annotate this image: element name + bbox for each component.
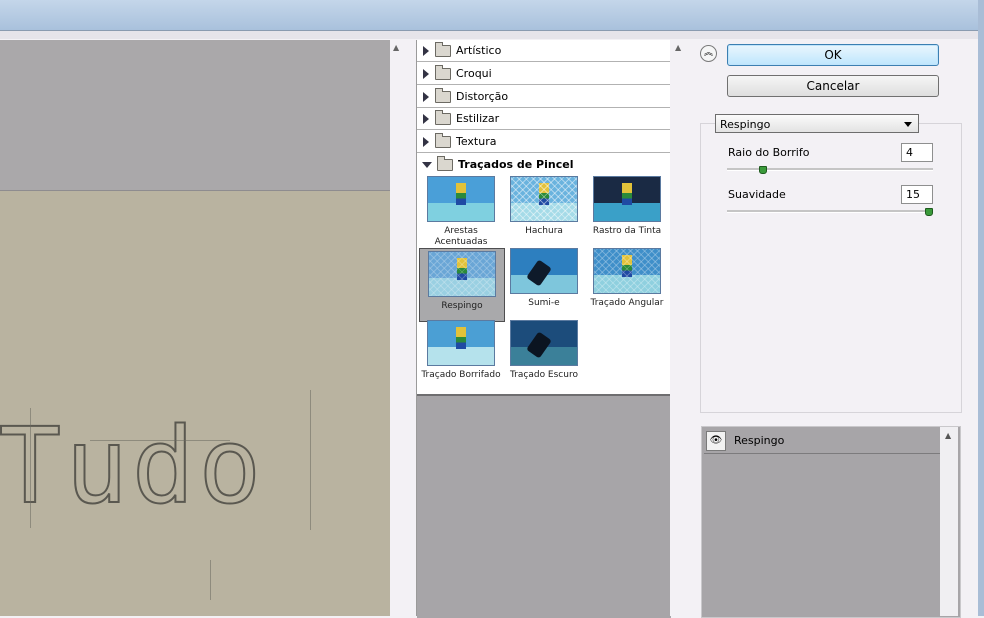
filter-preview-image: [428, 251, 496, 297]
filter-thumb-hachura[interactable]: Hachura: [502, 176, 586, 248]
filter-preview-image: [510, 320, 578, 366]
preview-stroke: [210, 560, 211, 600]
filter-thumb-arestas-acentuadas[interactable]: Arestas Acentuadas: [419, 176, 503, 248]
filter-select-value: Respingo: [720, 118, 771, 131]
raio-do-borrifo-slider[interactable]: [727, 168, 933, 171]
eye-icon[interactable]: 👁: [706, 431, 726, 451]
folder-icon: [437, 155, 453, 171]
folder-icon: [435, 109, 451, 125]
filter-thumb-tracado-borrifado[interactable]: Traçado Borrifado: [419, 320, 503, 392]
category-label: Distorção: [456, 90, 509, 103]
expand-arrow-icon: [423, 136, 429, 147]
collapse-arrow-icon: [422, 161, 432, 168]
preview-gutter: [390, 40, 416, 616]
raio-do-borrifo-input[interactable]: 4: [901, 143, 933, 162]
category-artistico[interactable]: Artístico: [417, 40, 671, 62]
suavidade-label: Suavidade: [728, 188, 786, 201]
preview-stroke: [90, 440, 230, 441]
raio-do-borrifo-label: Raio do Borrifo: [728, 146, 810, 159]
filter-thumb-respingo[interactable]: Respingo: [419, 248, 505, 322]
filter-label: Traçado Angular: [590, 298, 664, 308]
suavidade-slider[interactable]: [727, 210, 933, 213]
category-label: Artístico: [456, 44, 502, 57]
dropdown-arrow-icon: [904, 122, 912, 127]
gallery-empty-area: [417, 394, 671, 618]
filter-label: Sumi-e: [528, 298, 560, 308]
folder-icon: [435, 87, 451, 103]
scroll-up-icon[interactable]: ▲: [945, 431, 951, 440]
filter-thumb-sumi-e[interactable]: Sumi-e: [502, 248, 586, 320]
folder-icon: [435, 132, 451, 148]
expand-arrow-icon: [423, 91, 429, 102]
filter-label: Traçado Escuro: [510, 370, 578, 380]
filter-thumb-tracado-escuro[interactable]: Traçado Escuro: [502, 320, 586, 392]
effect-layer-name: Respingo: [734, 434, 785, 447]
category-croqui[interactable]: Croqui: [417, 63, 671, 85]
category-label: Croqui: [456, 67, 492, 80]
preview-stroke: [310, 390, 311, 530]
filter-gallery: Artístico Croqui Distorção Estilizar Tex…: [416, 40, 672, 618]
category-distorcao[interactable]: Distorção: [417, 86, 671, 108]
filter-thumb-rastro-da-tinta[interactable]: Rastro da Tinta: [585, 176, 669, 248]
preview-sketch-text: oTudo: [0, 404, 266, 528]
scroll-up-icon[interactable]: ▲: [675, 43, 681, 52]
folder-icon: [435, 41, 451, 57]
expand-arrow-icon: [423, 45, 429, 56]
filter-label: Traçado Borrifado: [421, 370, 501, 380]
filter-preview-image: [510, 248, 578, 294]
toolbar-divider: [0, 30, 978, 39]
double-chevron-up-icon[interactable]: ︽: [700, 45, 717, 62]
category-label: Textura: [456, 135, 497, 148]
filter-preview-image: [510, 176, 578, 222]
category-label: Estilizar: [456, 112, 500, 125]
filter-preview-image: [593, 248, 661, 294]
scroll-up-icon[interactable]: ▲: [393, 43, 399, 52]
filter-preview-image: [593, 176, 661, 222]
folder-icon: [435, 64, 451, 80]
layers-scrollbar[interactable]: ▲: [940, 427, 958, 616]
filter-settings-panel: [700, 123, 962, 413]
category-tracados-de-pincel[interactable]: Traçados de Pincel: [417, 154, 671, 175]
filter-select[interactable]: Respingo: [715, 114, 919, 133]
filter-label: Respingo: [441, 301, 483, 311]
effect-layers-panel: 👁 Respingo: [701, 426, 961, 618]
filter-label: Rastro da Tinta: [592, 226, 662, 236]
window-titlebar: [0, 0, 984, 30]
window-frame-right: [978, 0, 984, 616]
preview-background-gray: [0, 40, 390, 191]
suavidade-input[interactable]: 15: [901, 185, 933, 204]
filter-preview[interactable]: oTudo: [0, 40, 390, 616]
filter-preview-image: [427, 320, 495, 366]
filter-label: Arestas Acentuadas: [434, 226, 488, 247]
gallery-gutter: [670, 40, 700, 616]
slider-thumb[interactable]: [925, 208, 933, 216]
category-estilizar[interactable]: Estilizar: [417, 108, 671, 130]
cancel-button[interactable]: Cancelar: [727, 75, 939, 97]
filter-label: Hachura: [525, 226, 563, 236]
slider-thumb[interactable]: [758, 166, 767, 174]
preview-stroke: [30, 408, 31, 528]
category-label: Traçados de Pincel: [458, 158, 574, 171]
ok-button[interactable]: OK: [727, 44, 939, 66]
category-textura[interactable]: Textura: [417, 131, 671, 153]
expand-arrow-icon: [423, 113, 429, 124]
filter-thumb-tracado-angular[interactable]: Traçado Angular: [585, 248, 669, 320]
filter-preview-image: [427, 176, 495, 222]
expand-arrow-icon: [423, 68, 429, 79]
effect-layer-row[interactable]: 👁 Respingo: [704, 429, 942, 454]
